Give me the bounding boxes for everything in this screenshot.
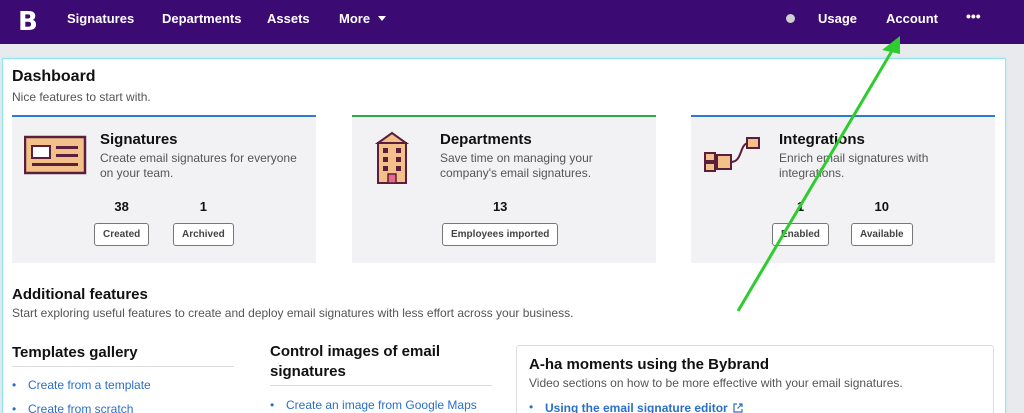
aha-moments-box: A-ha moments using the Bybrand Video sec… [516, 345, 994, 413]
control-images-title-line2: signatures [270, 363, 346, 380]
bybrand-logo[interactable]: B [18, 7, 38, 37]
top-nav: B Signatures Departments Assets More Usa… [0, 0, 1024, 44]
departments-card[interactable]: Departments Save time on managing your c… [352, 115, 656, 263]
chevron-down-icon [378, 16, 387, 21]
status-dot-icon [786, 14, 795, 23]
stat-value: 38 [114, 199, 129, 214]
additional-features-title: Additional features [12, 286, 148, 303]
bullet-icon: • [529, 400, 534, 413]
nav-departments[interactable]: Departments [162, 11, 241, 26]
divider [12, 366, 234, 367]
stat-available: 10 Available [851, 199, 913, 246]
stat-archived: 1 Archived [173, 199, 234, 246]
divider [270, 385, 492, 386]
aha-title: A-ha moments using the Bybrand [529, 356, 770, 373]
stat-created: 38 Created [94, 199, 150, 246]
integrations-card[interactable]: Integrations Enrich email signatures wit… [691, 115, 995, 263]
stat-value: 13 [492, 199, 508, 214]
external-link-icon [733, 403, 743, 413]
stat-badge[interactable]: Employees imported [442, 223, 559, 246]
link-label: Using the email signature editor [545, 401, 728, 413]
card-title: Signatures [100, 131, 178, 148]
dashboard-subtitle: Nice features to start with. [12, 90, 151, 104]
nav-account[interactable]: Account [886, 11, 938, 26]
signature-card-icon [23, 131, 88, 184]
control-images-title: Control images of email [270, 343, 441, 360]
plug-icon [703, 131, 763, 186]
nav-signatures[interactable]: Signatures [67, 11, 134, 26]
stat-badge[interactable]: Created [94, 223, 150, 246]
stat-value: 1 [796, 199, 805, 214]
building-icon [372, 131, 412, 192]
bullet-icon: • [270, 398, 275, 412]
additional-features-subtitle: Start exploring useful features to creat… [12, 306, 574, 320]
stat-value: 10 [874, 199, 889, 214]
stat-employees-imported: 13 Employees imported [442, 199, 559, 246]
create-from-template-link[interactable]: Create from a template [28, 378, 151, 392]
stat-badge[interactable]: Archived [173, 223, 234, 246]
email-signature-editor-link[interactable]: Using the email signature editor [545, 401, 743, 413]
card-title: Departments [440, 131, 532, 148]
nav-usage[interactable]: Usage [818, 11, 857, 26]
nav-more[interactable]: More [339, 11, 387, 26]
bullet-icon: • [12, 402, 17, 413]
nav-more-label: More [339, 11, 371, 26]
templates-gallery-title: Templates gallery [12, 344, 138, 361]
signatures-card[interactable]: Signatures Create email signatures for e… [12, 115, 316, 263]
stat-badge[interactable]: Available [851, 223, 913, 246]
bullet-icon: • [12, 378, 17, 392]
card-description: Enrich email signatures with integration… [779, 151, 929, 180]
card-description: Save time on managing your company's ema… [440, 151, 593, 180]
dashboard-title: Dashboard [12, 68, 96, 85]
create-from-scratch-link[interactable]: Create from scratch [28, 402, 133, 413]
stat-enabled: 1 Enabled [772, 199, 829, 246]
more-options-icon[interactable]: ••• [966, 8, 981, 24]
create-image-google-maps-link[interactable]: Create an image from Google Maps [286, 398, 477, 412]
card-title: Integrations [779, 131, 865, 148]
aha-subtitle: Video sections on how to be more effecti… [529, 376, 903, 390]
nav-assets[interactable]: Assets [267, 11, 310, 26]
stat-value: 1 [199, 199, 208, 214]
stat-badge[interactable]: Enabled [772, 223, 829, 246]
card-description: Create email signatures for everyone on … [100, 151, 297, 180]
